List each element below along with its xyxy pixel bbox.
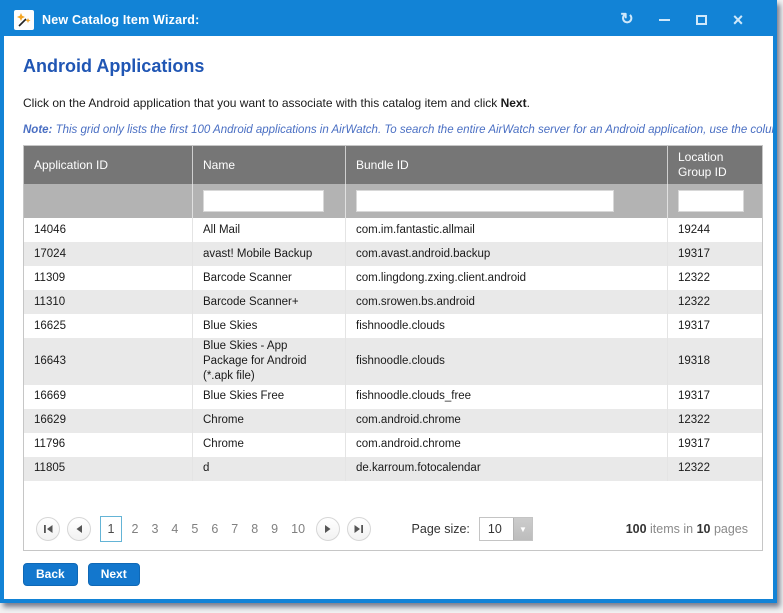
- back-button[interactable]: Back: [23, 563, 78, 586]
- page-size-label: Page size:: [412, 522, 470, 536]
- page-number-link[interactable]: 6: [205, 522, 225, 536]
- last-page-icon: [353, 524, 364, 534]
- page-number-link[interactable]: 10: [285, 522, 312, 536]
- page-size-value: 10: [480, 518, 513, 540]
- location-group-id-filter-input[interactable]: [678, 190, 744, 212]
- maximize-icon[interactable]: [690, 9, 712, 31]
- page-size-dropdown[interactable]: 10 ▼: [479, 517, 533, 541]
- filter-cell-name: [193, 184, 346, 218]
- pager-info-text: 100 items in 10 pages: [626, 522, 752, 536]
- grid-empty-space: [24, 481, 762, 511]
- title-bar: New Catalog Item Wizard: ↻ ×: [4, 4, 773, 36]
- page-number-link[interactable]: 8: [245, 522, 265, 536]
- table-row[interactable]: 16625 Blue Skies fishnoodle.clouds 19317: [24, 314, 762, 338]
- chevron-down-icon[interactable]: ▼: [513, 518, 532, 540]
- wizard-content: Android Applications Click on the Androi…: [4, 36, 773, 599]
- filter-cell-bundle-id: [346, 184, 668, 218]
- first-page-icon: [43, 524, 54, 534]
- page-number-link[interactable]: 3: [145, 522, 165, 536]
- next-page-icon: [324, 524, 332, 534]
- applications-grid: Application ID Name Bundle ID Location G…: [23, 145, 763, 551]
- table-row[interactable]: 11805 d de.karroum.fotocalendar 12322: [24, 457, 762, 481]
- page-title: Android Applications: [23, 56, 759, 77]
- instruction-next-emphasis: Next: [501, 96, 527, 110]
- column-header-name[interactable]: Name: [193, 146, 346, 184]
- table-row[interactable]: 16643 Blue Skies - App Package for Andro…: [24, 338, 762, 385]
- filter-cell-application-id: [24, 184, 193, 218]
- table-row[interactable]: 11310 Barcode Scanner+ com.srowen.bs.and…: [24, 290, 762, 314]
- page-number-link[interactable]: 9: [265, 522, 285, 536]
- first-page-button[interactable]: [36, 517, 60, 541]
- filter-cell-location-group-id: [668, 184, 762, 218]
- previous-page-icon: [75, 524, 83, 534]
- current-page-indicator[interactable]: 1: [100, 516, 122, 542]
- page-number-link[interactable]: 5: [185, 522, 205, 536]
- minimize-icon[interactable]: [653, 9, 675, 31]
- grid-pager: 1 2 3 4 5 6 7 8 9 10 Page size: 10: [24, 511, 762, 550]
- grid-filter-row: [24, 184, 762, 218]
- window-controls: ↻ ×: [616, 9, 763, 31]
- next-page-button[interactable]: [316, 517, 340, 541]
- next-button[interactable]: Next: [88, 563, 140, 586]
- page-number-link[interactable]: 4: [165, 522, 185, 536]
- column-header-location-group-id[interactable]: Location Group ID: [668, 146, 762, 184]
- note-text: Note: This grid only lists the first 100…: [23, 124, 773, 136]
- name-filter-input[interactable]: [203, 190, 324, 212]
- wizard-footer: Back Next: [23, 563, 759, 586]
- previous-page-button[interactable]: [67, 517, 91, 541]
- close-icon[interactable]: ×: [727, 9, 749, 31]
- window-title: New Catalog Item Wizard:: [42, 13, 200, 27]
- table-row[interactable]: 16669 Blue Skies Free fishnoodle.clouds_…: [24, 385, 762, 409]
- table-row[interactable]: 11309 Barcode Scanner com.lingdong.zxing…: [24, 266, 762, 290]
- table-row[interactable]: 17024 avast! Mobile Backup com.avast.and…: [24, 242, 762, 266]
- column-header-bundle-id[interactable]: Bundle ID: [346, 146, 668, 184]
- table-row[interactable]: 11796 Chrome com.android.chrome 19317: [24, 433, 762, 457]
- wizard-window: New Catalog Item Wizard: ↻ × Android App…: [0, 0, 777, 603]
- instruction-text: Click on the Android application that yo…: [23, 96, 759, 110]
- refresh-icon[interactable]: ↻: [616, 9, 638, 31]
- table-row[interactable]: 14046 All Mail com.im.fantastic.allmail …: [24, 218, 762, 242]
- wizard-app-icon: [14, 10, 34, 30]
- bundle-id-filter-input[interactable]: [356, 190, 614, 212]
- grid-header-row: Application ID Name Bundle ID Location G…: [24, 146, 762, 184]
- page-number-link[interactable]: 7: [225, 522, 245, 536]
- column-header-application-id[interactable]: Application ID: [24, 146, 193, 184]
- page-number-link[interactable]: 2: [125, 522, 145, 536]
- table-row[interactable]: 16629 Chrome com.android.chrome 12322: [24, 409, 762, 433]
- last-page-button[interactable]: [347, 517, 371, 541]
